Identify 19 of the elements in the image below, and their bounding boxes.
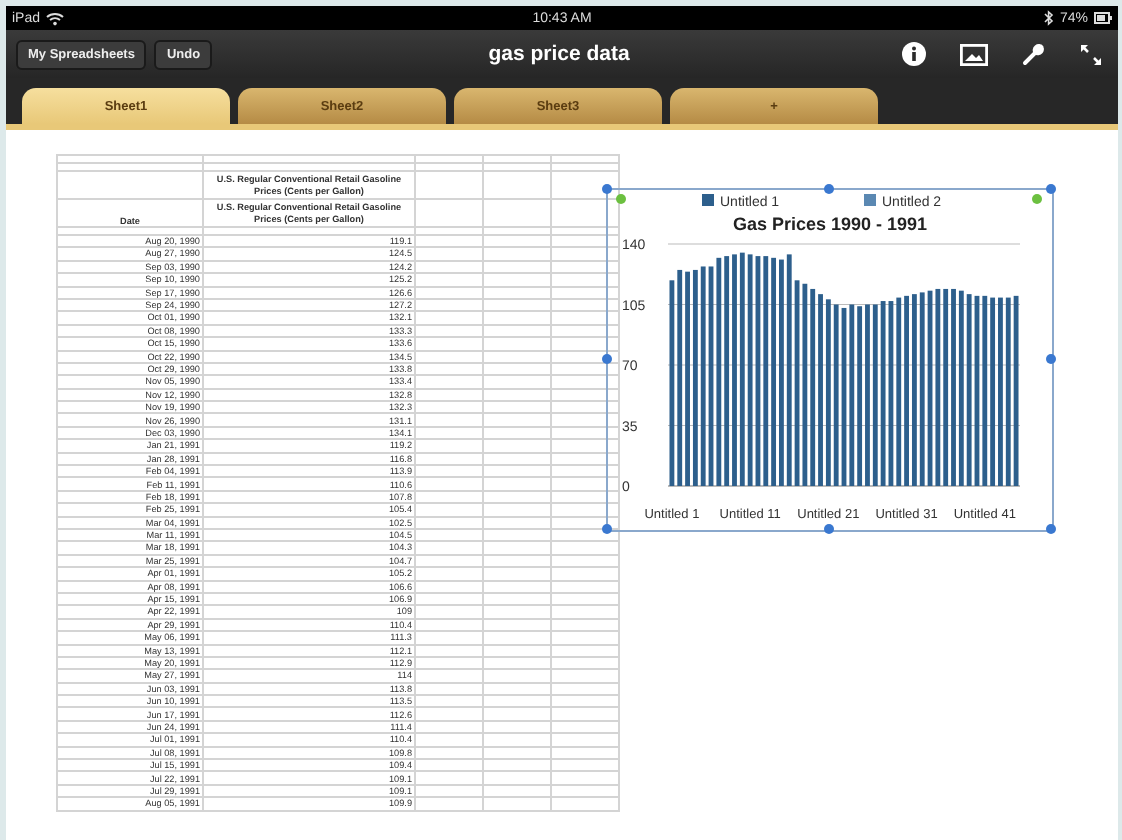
selection-handle[interactable] <box>602 524 612 534</box>
wifi-icon[interactable] <box>46 11 65 25</box>
wrench-icon[interactable] <box>1022 42 1046 66</box>
document-title: gas price data <box>486 42 632 66</box>
expand-icon[interactable] <box>1080 43 1102 65</box>
bluetooth-icon[interactable] <box>1043 10 1054 26</box>
chart-title: Gas Prices 1990 - 1991 <box>732 214 928 234</box>
selection-handle[interactable] <box>824 184 834 194</box>
selection-handle[interactable] <box>824 524 834 534</box>
legend-handle[interactable] <box>615 194 626 204</box>
selection-handle[interactable] <box>602 184 612 194</box>
selection-handle[interactable] <box>1046 524 1056 534</box>
selection-handle[interactable] <box>602 354 612 364</box>
selection-handle[interactable] <box>1046 354 1056 364</box>
selection-handle[interactable] <box>1046 184 1056 194</box>
legend-handle[interactable] <box>1032 194 1043 204</box>
image-icon[interactable] <box>960 43 988 65</box>
battery-icon[interactable] <box>1093 12 1112 24</box>
info-icon[interactable] <box>902 42 926 66</box>
